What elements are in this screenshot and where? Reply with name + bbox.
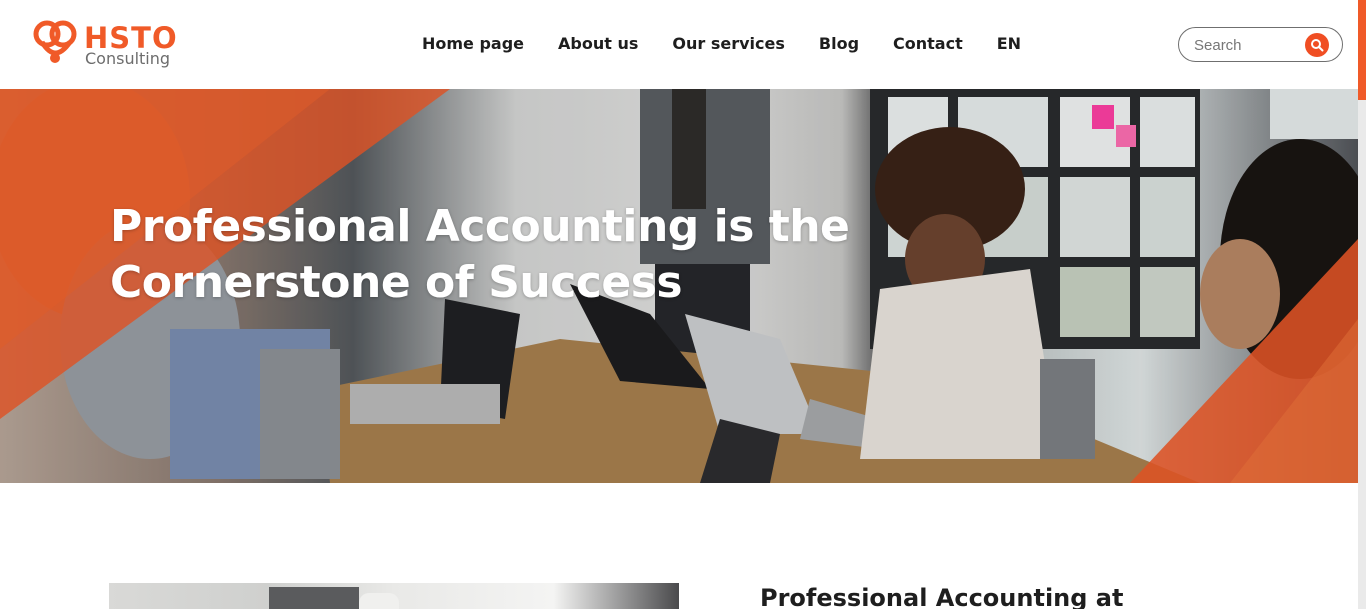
main-nav: Home page About us Our services Blog Con…	[405, 33, 1038, 55]
section-image-shape-2	[359, 593, 399, 609]
logo[interactable]: HSTO Consulting	[30, 18, 210, 70]
nav-home[interactable]: Home page	[422, 33, 524, 55]
nav-services[interactable]: Our services	[672, 33, 785, 55]
logo-name-bottom: Consulting	[85, 49, 171, 68]
hero-banner: Professional Accounting is the Cornersto…	[0, 89, 1358, 483]
hero-title: Professional Accounting is the Cornersto…	[110, 201, 850, 308]
section-image	[109, 583, 679, 609]
search-box	[1178, 27, 1343, 62]
logo-mark-icon	[33, 20, 77, 63]
nav-blog[interactable]: Blog	[819, 33, 859, 55]
nav-about[interactable]: About us	[558, 33, 638, 55]
site-header: HSTO Consulting Home page About us Our s…	[0, 0, 1358, 89]
search-icon	[1311, 39, 1324, 52]
search-input[interactable]	[1194, 35, 1304, 55]
search-button[interactable]	[1305, 33, 1329, 57]
scrollbar-thumb[interactable]	[1358, 0, 1366, 100]
section-image-shape	[269, 587, 359, 609]
section-title: Professional Accounting at	[760, 584, 1124, 609]
page-scrollbar[interactable]	[1358, 0, 1366, 609]
nav-language[interactable]: EN	[997, 33, 1021, 55]
nav-contact[interactable]: Contact	[893, 33, 963, 55]
